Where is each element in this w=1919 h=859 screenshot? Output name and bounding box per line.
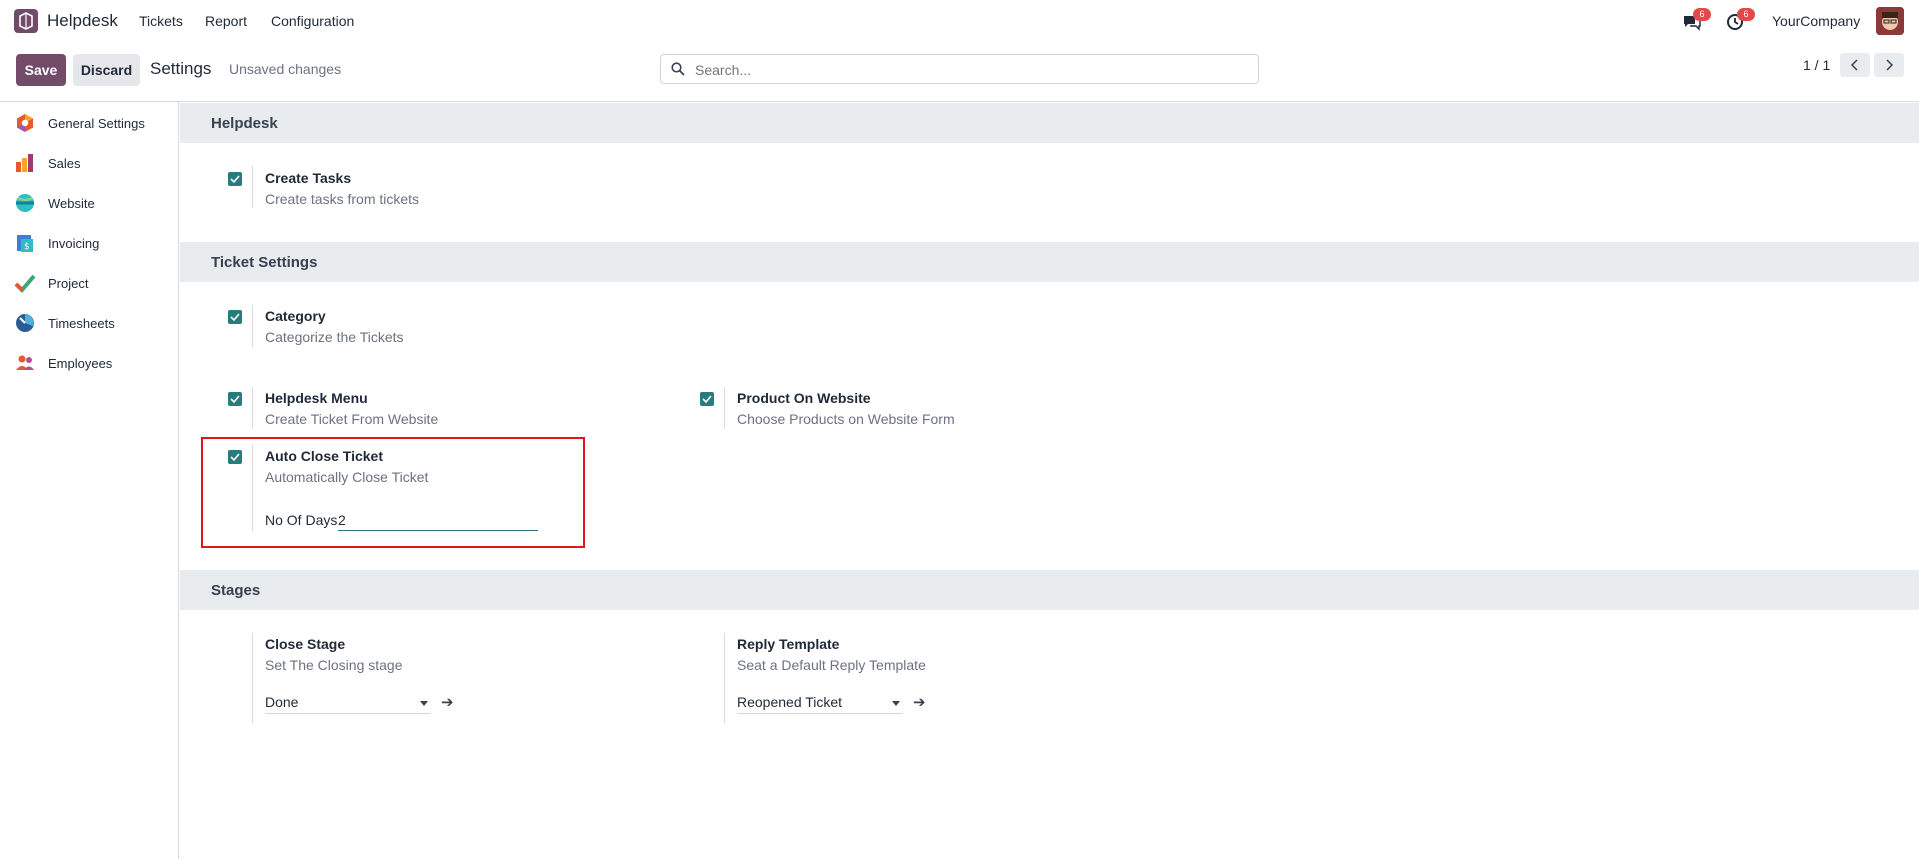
section-header-ticket-settings: Ticket Settings bbox=[180, 242, 1919, 282]
auto-close-ticket-title: Auto Close Ticket bbox=[265, 448, 383, 464]
close-stage-open-arrow-icon[interactable]: ➔ bbox=[441, 693, 454, 711]
app-name[interactable]: Helpdesk bbox=[47, 11, 118, 31]
svg-text:$: $ bbox=[24, 242, 30, 252]
search-icon bbox=[671, 62, 685, 76]
sidebar-item-sales[interactable]: Sales bbox=[14, 148, 174, 178]
search-bar[interactable] bbox=[660, 54, 1259, 84]
helpdesk-app-icon[interactable] bbox=[14, 9, 38, 33]
category-title: Category bbox=[265, 308, 326, 324]
settings-content: Helpdesk Create Tasks Create tasks from … bbox=[180, 102, 1919, 859]
section-header-helpdesk: Helpdesk bbox=[180, 103, 1919, 143]
dropdown-caret-icon bbox=[420, 701, 428, 706]
activities-badge: 6 bbox=[1737, 8, 1755, 21]
menu-report[interactable]: Report bbox=[205, 13, 247, 29]
reply-template-open-arrow-icon[interactable]: ➔ bbox=[913, 693, 926, 711]
reply-template-desc: Seat a Default Reply Template bbox=[737, 657, 926, 673]
messages-badge: 6 bbox=[1693, 8, 1711, 21]
user-avatar[interactable] bbox=[1876, 7, 1904, 35]
messages-icon[interactable]: 6 bbox=[1682, 8, 1711, 32]
sidebar-item-project[interactable]: Project bbox=[14, 268, 174, 298]
section-header-stages: Stages bbox=[180, 570, 1919, 610]
create-tasks-desc: Create tasks from tickets bbox=[265, 191, 420, 207]
employees-icon bbox=[16, 355, 34, 370]
menu-configuration[interactable]: Configuration bbox=[271, 13, 354, 29]
sidebar-item-employees[interactable]: Employees bbox=[14, 348, 174, 378]
reply-template-title: Reply Template bbox=[737, 636, 840, 652]
company-switcher[interactable]: YourCompany bbox=[1772, 13, 1860, 29]
sidebar-item-invoicing[interactable]: $ Invoicing bbox=[14, 228, 174, 258]
sidebar-item-website[interactable]: Website bbox=[14, 188, 174, 218]
save-button[interactable]: Save bbox=[16, 54, 66, 86]
sales-icon bbox=[16, 154, 33, 172]
top-navbar: Helpdesk Tickets Report Configuration 6 … bbox=[0, 0, 1919, 44]
invoicing-icon: $ bbox=[17, 235, 33, 252]
auto-close-ticket-checkbox[interactable] bbox=[228, 450, 242, 464]
reply-template-select[interactable]: Reopened Ticket bbox=[737, 691, 903, 714]
close-stage-desc: Set The Closing stage bbox=[265, 657, 403, 673]
helpdesk-menu-checkbox[interactable] bbox=[228, 392, 242, 406]
close-stage-title: Close Stage bbox=[265, 636, 346, 652]
helpdesk-menu-desc: Create Ticket From Website bbox=[265, 411, 439, 427]
chevron-left-icon bbox=[1850, 59, 1858, 71]
timesheets-icon bbox=[16, 314, 34, 332]
pager-previous-button[interactable] bbox=[1840, 53, 1870, 77]
dropdown-caret-icon bbox=[892, 701, 900, 706]
no-of-days-label: No Of Days bbox=[265, 512, 338, 528]
close-stage-select[interactable]: Done bbox=[265, 691, 431, 714]
website-icon bbox=[16, 194, 34, 212]
create-tasks-checkbox[interactable] bbox=[228, 172, 242, 186]
product-on-website-checkbox[interactable] bbox=[700, 392, 714, 406]
search-input[interactable] bbox=[693, 59, 1247, 81]
auto-close-ticket-desc: Automatically Close Ticket bbox=[265, 469, 429, 485]
settings-sidebar: General Settings Sales Website $ Invoici… bbox=[0, 102, 179, 859]
category-checkbox[interactable] bbox=[228, 310, 242, 324]
category-desc: Categorize the Tickets bbox=[265, 329, 404, 345]
pager-next-button[interactable] bbox=[1874, 53, 1904, 77]
helpdesk-menu-title: Helpdesk Menu bbox=[265, 390, 368, 406]
general-settings-icon bbox=[17, 114, 33, 132]
control-panel: Save Discard Settings Unsaved changes 1 … bbox=[0, 44, 1919, 102]
sidebar-item-timesheets[interactable]: Timesheets bbox=[14, 308, 174, 338]
chevron-right-icon bbox=[1886, 59, 1894, 71]
menu-tickets[interactable]: Tickets bbox=[139, 13, 183, 29]
pager-value[interactable]: 1 / 1 bbox=[1803, 57, 1830, 73]
product-on-website-desc: Choose Products on Website Form bbox=[737, 411, 955, 427]
product-on-website-title: Product On Website bbox=[737, 390, 871, 406]
discard-button[interactable]: Discard bbox=[73, 54, 140, 86]
sidebar-item-general-settings[interactable]: General Settings bbox=[14, 108, 174, 138]
create-tasks-title: Create Tasks bbox=[265, 170, 352, 186]
unsaved-status: Unsaved changes bbox=[229, 61, 342, 77]
page-title: Settings bbox=[150, 59, 212, 78]
no-of-days-input[interactable] bbox=[338, 510, 538, 531]
project-icon bbox=[14, 274, 36, 293]
activities-clock-icon[interactable]: 6 bbox=[1726, 8, 1755, 32]
